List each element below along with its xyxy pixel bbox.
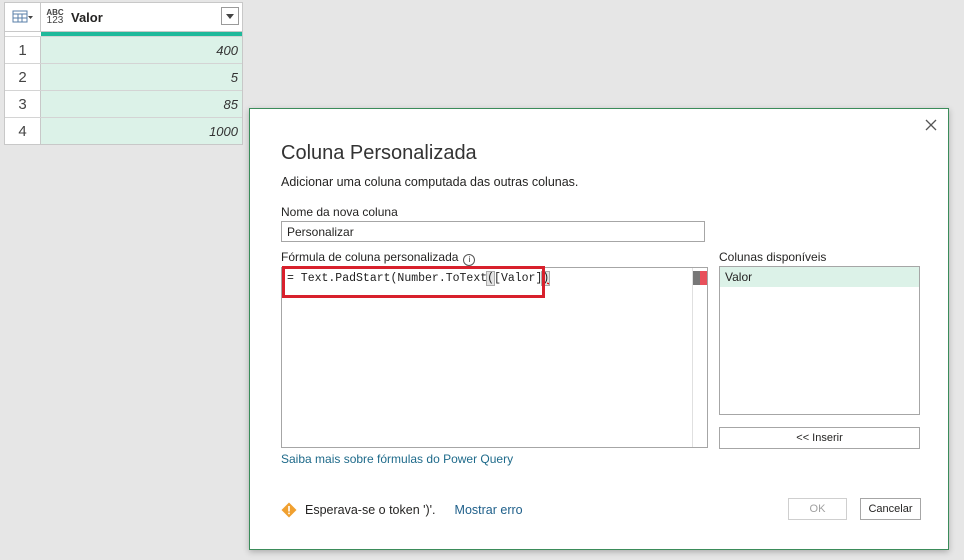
type-badge-bottom: 123 (46, 15, 64, 26)
formula-text[interactable]: = Text.PadStart(Number.ToText([Valor]) (287, 271, 551, 286)
warning-icon (281, 502, 297, 518)
close-icon (925, 119, 937, 131)
error-paren: ) (541, 271, 551, 286)
custom-column-dialog: Coluna Personalizada Adicionar uma colun… (249, 108, 949, 550)
ok-button[interactable]: OK (788, 498, 847, 520)
cell-value[interactable]: 85 (41, 91, 242, 117)
any-type-icon[interactable]: ABC 123 (44, 9, 66, 26)
cell-value[interactable]: 1000 (41, 118, 242, 144)
table-row[interactable]: 2 5 (5, 63, 242, 90)
grid-rows: 1 400 2 5 3 85 4 1000 (5, 36, 242, 144)
chevron-down-icon (226, 13, 234, 19)
list-item[interactable]: Valor (720, 267, 919, 287)
row-number[interactable]: 2 (5, 64, 41, 90)
cell-value[interactable]: 5 (41, 64, 242, 90)
error-message: Esperava-se o token ')'. Mostrar erro (281, 502, 523, 518)
formula-scrollbar[interactable] (692, 268, 707, 447)
formula-label-text: Fórmula de coluna personalizada (281, 250, 459, 264)
learn-more-link[interactable]: Saiba mais sobre fórmulas do Power Query (281, 452, 513, 466)
error-marker (693, 271, 707, 285)
info-icon[interactable]: i (463, 254, 476, 266)
grid-header: ABC 123 Valor (5, 3, 242, 32)
row-number[interactable]: 1 (5, 37, 41, 63)
column-header-valor[interactable]: ABC 123 Valor (41, 3, 242, 31)
row-number[interactable]: 3 (5, 91, 41, 117)
formula-arg: [Valor] (494, 272, 543, 285)
table-menu-icon[interactable] (5, 3, 41, 31)
column-title: Valor (71, 9, 103, 25)
dialog-title: Coluna Personalizada (281, 142, 477, 164)
column-filter-dropdown[interactable] (221, 7, 239, 25)
insert-button[interactable]: << Inserir (719, 427, 920, 449)
column-quality-bar (5, 32, 242, 36)
cancel-button[interactable]: Cancelar (860, 498, 921, 520)
warning-text: Esperava-se o token ')'. (305, 503, 436, 517)
formula-prefix: = Text.PadStart(Number.ToText (287, 272, 488, 285)
data-grid: ABC 123 Valor 1 400 2 5 3 85 4 1000 (4, 2, 243, 145)
row-number[interactable]: 4 (5, 118, 41, 144)
available-columns-label: Colunas disponíveis (719, 250, 827, 264)
table-row[interactable]: 4 1000 (5, 117, 242, 144)
table-row[interactable]: 3 85 (5, 90, 242, 117)
matched-paren: ( (486, 271, 496, 286)
new-column-name-label: Nome da nova coluna (281, 205, 398, 219)
formula-label: Fórmula de coluna personalizada i (281, 250, 476, 266)
table-row[interactable]: 1 400 (5, 36, 242, 63)
available-columns-list[interactable]: Valor (719, 266, 920, 415)
show-error-link[interactable]: Mostrar erro (455, 503, 523, 517)
cell-value[interactable]: 400 (41, 37, 242, 63)
close-button[interactable] (922, 116, 940, 134)
formula-editor[interactable]: = Text.PadStart(Number.ToText([Valor]) (281, 266, 708, 448)
new-column-name-input[interactable] (281, 221, 705, 242)
dialog-subtitle: Adicionar uma coluna computada das outra… (281, 175, 579, 189)
